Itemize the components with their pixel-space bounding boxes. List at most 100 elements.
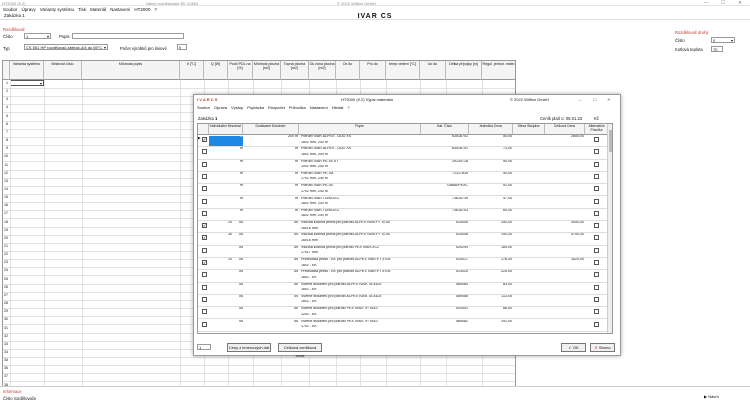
typ-select[interactable]: CS 551 HP rozdělovač-sběrač-4/4 do 55°C — [24, 44, 108, 50]
alternative-checkbox[interactable] — [594, 235, 599, 241]
grid-row-number[interactable]: 7 — [3, 130, 9, 134]
col-plocha[interactable]: Místnost plocha [m2] — [253, 61, 281, 80]
material-row[interactable]: m m Potrubí IVAR.PE-Xc 17x2 mm, 240 m 728660… — [198, 184, 612, 197]
storno-button[interactable]: ✕ Storno — [590, 343, 615, 352]
alternative-checkbox[interactable] — [594, 173, 599, 179]
alternative-checkbox[interactable] — [594, 137, 599, 142]
dcol-celk[interactable]: Celková Cena — [545, 124, 585, 135]
grid-row-number[interactable]: 11 — [3, 163, 9, 167]
material-table-scrollbar[interactable] — [607, 124, 612, 333]
dmenu-poptavka[interactable]: Poptávka — [247, 105, 264, 110]
col-okzona[interactable]: Ok zóna plocha [m2] — [309, 61, 336, 80]
col-regul[interactable]: Regul. jednot. místn — [482, 61, 515, 80]
row-select-checkbox[interactable] — [202, 260, 207, 265]
grid-row-number[interactable]: 31 — [3, 326, 9, 330]
material-row[interactable]: m m Potrubí IVAR.TURATEC 16x2 mm, 200 m 7361… — [198, 209, 612, 222]
grid-row-number[interactable]: 16 — [3, 203, 9, 207]
dmenu-help[interactable]: ? — [347, 105, 349, 110]
row-select-checkbox[interactable] — [202, 247, 207, 253]
grid-row-number[interactable]: 32 — [3, 334, 9, 338]
row-select-checkbox[interactable] — [202, 321, 207, 327]
grid-row-number[interactable]: 8 — [3, 138, 9, 142]
grid-row-number[interactable]: 33 — [3, 342, 9, 346]
col-delka[interactable]: Délka přípojky [m] — [446, 61, 482, 80]
pocet-input[interactable]: 0 — [177, 44, 187, 50]
material-row[interactable]: ▶m200 mPotrubí IVAR.ALPEX - DUO XS16x2 m… — [198, 135, 612, 148]
col-varianta[interactable]: Varianta systému — [10, 61, 44, 80]
grid-row-number[interactable]: 37 — [3, 374, 9, 378]
material-row[interactable]: m m Potrubí IVAR.TURATEC 16x2 mm, 200 m 7361… — [198, 197, 612, 209]
alternative-checkbox[interactable] — [594, 198, 599, 204]
second-cislo-select[interactable]: 0 — [711, 37, 735, 43]
grid-row-number[interactable]: 23 — [3, 260, 9, 264]
grid-row-number[interactable]: 6 — [3, 122, 9, 126]
dmenu-soubor[interactable]: Soubor — [197, 105, 210, 110]
varianta-cell-select[interactable] — [10, 80, 44, 86]
alternative-checkbox[interactable] — [594, 247, 599, 253]
dcol-kat[interactable]: Kat. Číslo — [421, 124, 469, 135]
grid-row-number[interactable]: 29 — [3, 309, 9, 313]
material-row[interactable]: m m Potrubí IVAR.PE-Xc ST 10x2 mm, 200 m 291… — [198, 160, 612, 172]
row-select-checkbox[interactable] — [202, 272, 207, 278]
dialog-maximize-icon[interactable]: ☐ — [593, 97, 597, 102]
row-select-checkbox[interactable] — [202, 309, 207, 315]
col-ti[interactable]: ti [°C] — [180, 61, 204, 80]
dmenu-hledat[interactable]: Hledat — [332, 105, 344, 110]
material-row[interactable]: 30ksksVsuvka kovová přímá pro potrubí AL… — [198, 233, 612, 246]
alternative-checkbox[interactable] — [594, 272, 599, 278]
col-temp[interactable]: temp vedení [°C] — [386, 61, 420, 80]
grid-row-number[interactable]: 9 — [3, 146, 9, 150]
grid-row-number[interactable]: 30 — [3, 317, 9, 321]
grid-row-number[interactable]: 2 — [3, 89, 9, 93]
material-row[interactable]: ks ks Přechodka press - EK pro potrubí ALP… — [198, 270, 612, 283]
material-row[interactable]: ks ks Svěrné šroubení pro potrubí ALPEX IV… — [198, 295, 612, 308]
row-select-checkbox[interactable] — [202, 198, 207, 204]
material-row[interactable]: ks ks Svěrné šroubení pro potrubí PEX IVAR… — [198, 320, 612, 332]
row-select-checkbox[interactable] — [202, 137, 207, 142]
alternative-checkbox[interactable] — [594, 296, 599, 302]
grid-row-number[interactable]: 12 — [3, 171, 9, 175]
grid-row-number[interactable]: 25 — [3, 277, 9, 281]
dmenu-vystup[interactable]: Výstup — [231, 105, 243, 110]
material-row[interactable]: ks ks Vsuvka kovová přímá pro potrubí PEX … — [198, 246, 612, 258]
grid-row-number[interactable]: 22 — [3, 252, 9, 256]
dcol-cena[interactable]: Jednotka Cena — [469, 124, 513, 135]
cislo-select[interactable]: 1 — [24, 33, 51, 39]
col-pro[interactable]: Pro do — [360, 61, 386, 80]
row-select-checkbox[interactable] — [202, 173, 207, 179]
grid-row-number[interactable]: 26 — [3, 285, 9, 289]
col-q[interactable]: Q [W] — [204, 61, 228, 80]
boiler-temp-input[interactable]: 70 — [711, 46, 723, 52]
minimize-icon[interactable]: — — [704, 0, 709, 5]
alternative-checkbox[interactable] — [594, 161, 599, 167]
dmenu-nastaveni[interactable]: Nastavení — [310, 105, 328, 110]
popis-input[interactable] — [72, 33, 184, 39]
row-select-checkbox[interactable] — [202, 149, 207, 155]
grid-row-number[interactable]: 17 — [3, 211, 9, 215]
grid-row-number[interactable]: 3 — [3, 97, 9, 101]
grid-row-number[interactable]: 35 — [3, 358, 9, 362]
row-select-checkbox[interactable] — [202, 296, 207, 302]
total-price-button[interactable]: Celková cenitková cena — [278, 343, 322, 358]
grid-row-number[interactable]: 10 — [3, 154, 9, 158]
scrollbar-thumb[interactable] — [609, 130, 612, 152]
grid-row-number[interactable]: 28 — [3, 301, 9, 305]
dcol-indiv[interactable]: Individuální Množství — [209, 124, 243, 135]
close-icon[interactable]: ✕ — [738, 0, 742, 6]
ok-button[interactable]: ✔ OK — [561, 343, 586, 352]
alternative-checkbox[interactable] — [594, 284, 599, 290]
material-row[interactable]: m m Potrubí IVAR.PE-Xa 17x2 mm, 240 m 713178… — [198, 172, 612, 185]
material-row[interactable]: m m Potrubí IVAR.ALPEX - DUO XS 16x2 mm, 20… — [198, 147, 612, 160]
material-row[interactable]: 20ksksVsuvka kovová přímá pro potrubí AL… — [198, 221, 612, 234]
dcol-popis[interactable]: Popis — [299, 124, 421, 135]
alternative-checkbox[interactable] — [594, 210, 599, 216]
grid-row-number[interactable]: 5 — [3, 114, 9, 118]
alternative-checkbox[interactable] — [594, 321, 599, 327]
grid-row-number[interactable]: 21 — [3, 244, 9, 248]
maximize-icon[interactable]: ☐ — [721, 0, 725, 6]
dmenu-pruvodka[interactable]: Průvodka — [289, 105, 306, 110]
dmenu-oprava[interactable]: Oprava — [214, 105, 227, 110]
alternative-checkbox[interactable] — [594, 149, 599, 155]
row-select-checkbox[interactable] — [202, 161, 207, 167]
row-select-checkbox[interactable] — [202, 186, 207, 192]
